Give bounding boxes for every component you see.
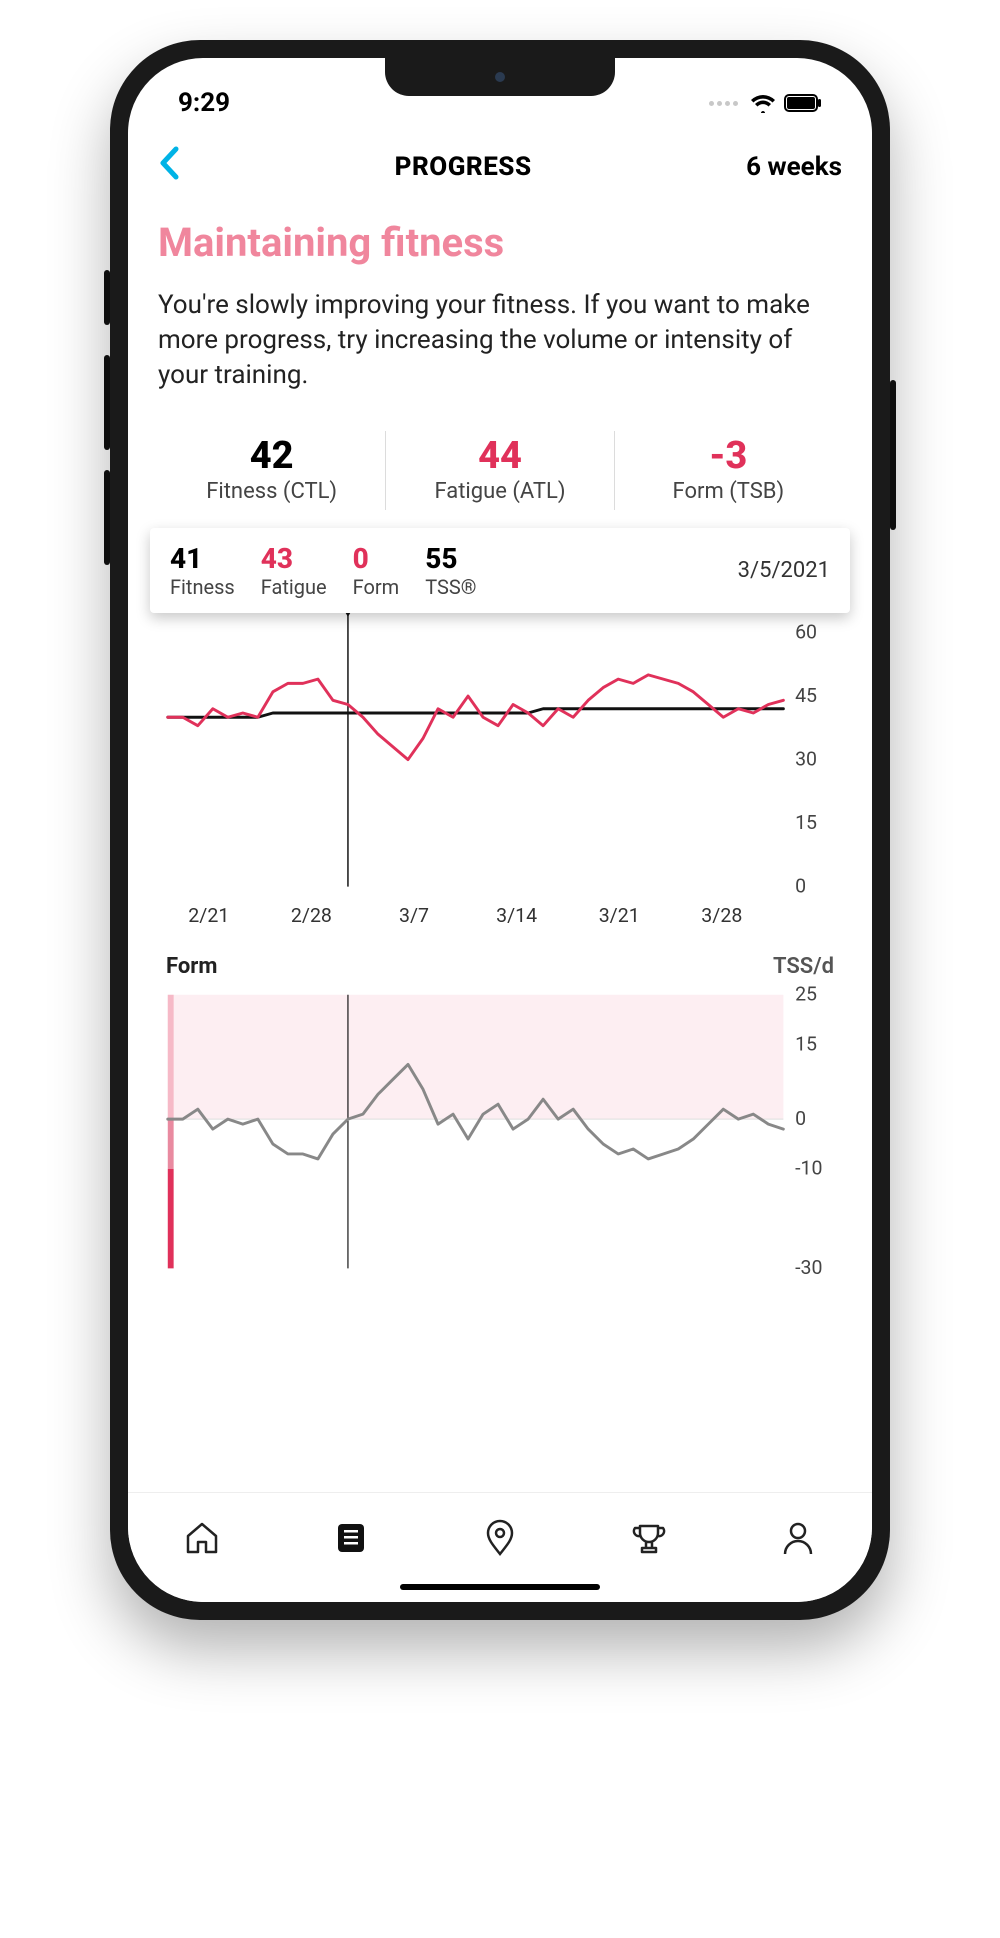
tab-location[interactable] <box>480 1518 520 1558</box>
svg-text:3/7: 3/7 <box>399 904 429 927</box>
fitness-chart[interactable]: 0 15 30 45 60 2/21 2/28 3/7 3/14 3/21 3/28 <box>158 613 842 935</box>
form-chart-header: Form TSS/d <box>158 936 842 985</box>
period-selector[interactable]: 6 weeks <box>746 152 842 182</box>
tooltip-tss: 55 TSS® <box>425 542 476 599</box>
signal-dots-icon <box>709 101 738 106</box>
tab-home[interactable] <box>182 1518 222 1558</box>
svg-text:45: 45 <box>795 684 817 707</box>
svg-text:2/28: 2/28 <box>291 904 332 927</box>
status-icons <box>709 93 822 113</box>
metric-fitness: 42 Fitness (CTL) <box>158 431 386 510</box>
home-indicator[interactable] <box>400 1584 600 1590</box>
svg-text:30: 30 <box>795 748 817 771</box>
svg-text:15: 15 <box>795 811 817 834</box>
status-description: You're slowly improving your fitness. If… <box>158 288 842 393</box>
tab-progress[interactable] <box>331 1518 371 1558</box>
svg-text:-10: -10 <box>795 1156 822 1179</box>
tooltip-fitness: 41 Fitness <box>170 542 235 599</box>
page-title: PROGRESS <box>395 152 532 182</box>
svg-text:3/14: 3/14 <box>496 904 537 927</box>
svg-text:15: 15 <box>795 1032 817 1055</box>
svg-text:0: 0 <box>795 875 806 898</box>
nav-bar: PROGRESS 6 weeks <box>128 128 872 197</box>
svg-text:3/21: 3/21 <box>599 904 640 927</box>
form-chart[interactable]: -30 -10 0 15 25 <box>158 985 842 1278</box>
wifi-icon <box>750 93 776 113</box>
svg-text:60: 60 <box>795 621 817 644</box>
metric-fatigue: 44 Fatigue (ATL) <box>386 431 614 510</box>
svg-text:25: 25 <box>795 985 817 1006</box>
status-time: 9:29 <box>178 88 230 118</box>
metric-form: -3 Form (TSB) <box>615 431 842 510</box>
tab-trophy[interactable] <box>629 1518 669 1558</box>
tooltip-fatigue: 43 Fatigue <box>261 542 327 599</box>
screen: 9:29 PROGRESS 6 weeks Maintaining fitnes… <box>128 58 872 1602</box>
phone-frame: 9:29 PROGRESS 6 weeks Maintaining fitnes… <box>110 40 890 1620</box>
svg-text:2/21: 2/21 <box>188 904 229 927</box>
svg-text:0: 0 <box>795 1107 806 1130</box>
tooltip-form: 0 Form <box>353 542 400 599</box>
chart-tooltip: 41 Fitness 43 Fatigue 0 Form 55 TSS® 3/5… <box>150 528 850 613</box>
svg-text:-30: -30 <box>795 1256 822 1278</box>
battery-icon <box>784 94 822 112</box>
back-button[interactable] <box>158 146 180 187</box>
tooltip-date: 3/5/2021 <box>738 558 830 583</box>
metrics-summary: 42 Fitness (CTL) 44 Fatigue (ATL) -3 For… <box>158 431 842 510</box>
notch <box>385 58 615 96</box>
svg-text:3/28: 3/28 <box>701 904 742 927</box>
status-headline: Maintaining fitness <box>158 219 842 266</box>
tab-profile[interactable] <box>778 1518 818 1558</box>
